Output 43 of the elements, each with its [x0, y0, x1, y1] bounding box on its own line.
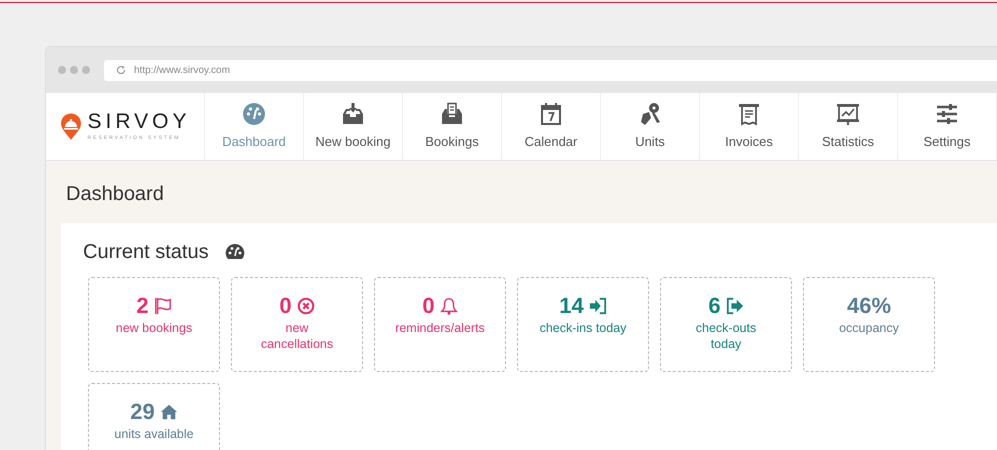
calendar-icon	[539, 102, 563, 126]
sliders-icon	[935, 102, 959, 126]
status-tile[interactable]: 2 new bookings	[88, 277, 220, 372]
status-label: units available	[113, 427, 195, 443]
status-count: 6	[708, 294, 721, 318]
status-count: 0	[279, 294, 292, 318]
status-count: 14	[559, 294, 584, 318]
sign-out-icon	[726, 296, 744, 316]
receipt-icon	[737, 102, 761, 126]
logo-icon	[60, 112, 82, 140]
gauge-icon	[242, 102, 266, 126]
bell-icon	[440, 296, 458, 316]
keys-icon	[638, 102, 662, 126]
status-label: new bookings	[114, 321, 194, 337]
section-title: Current status	[83, 240, 209, 265]
inbox-icon	[440, 102, 464, 126]
status-label: check-outs today	[694, 321, 758, 352]
status-tile[interactable]: 46% occupancy	[803, 277, 935, 372]
window-dots-icon	[58, 66, 90, 74]
status-count: 0	[422, 294, 435, 318]
status-tile[interactable]: 14 check-ins today	[517, 277, 649, 372]
status-tile[interactable]: 0 reminders/alerts	[374, 277, 506, 372]
gauge-icon	[224, 243, 245, 261]
status-tile[interactable]: 6 check-outs today	[660, 277, 792, 372]
status-label: reminders/alerts	[394, 321, 486, 337]
chart-board-icon	[836, 102, 860, 126]
url-text: http://www.sirvoy.com	[134, 64, 230, 78]
status-count: 29	[130, 400, 155, 424]
status-count: 2	[136, 294, 149, 318]
status-label: occupancy	[838, 321, 900, 337]
logo-name: SIRVOY	[88, 110, 190, 132]
status-tile[interactable]: 0 new cancellations	[231, 277, 363, 372]
inbox-icon	[341, 102, 365, 126]
cancel-icon	[296, 296, 315, 316]
status-tile[interactable]: 29 units available	[88, 383, 220, 450]
status-count: 46%	[846, 294, 892, 318]
sign-in-icon	[588, 296, 607, 316]
status-label: new cancellations	[260, 321, 334, 352]
flag-icon	[154, 296, 172, 316]
page-title: Dashboard	[66, 182, 165, 207]
address-bar[interactable]: http://www.sirvoy.com	[104, 60, 997, 80]
status-label: check-ins today	[538, 321, 628, 337]
reload-icon[interactable]	[116, 65, 126, 75]
